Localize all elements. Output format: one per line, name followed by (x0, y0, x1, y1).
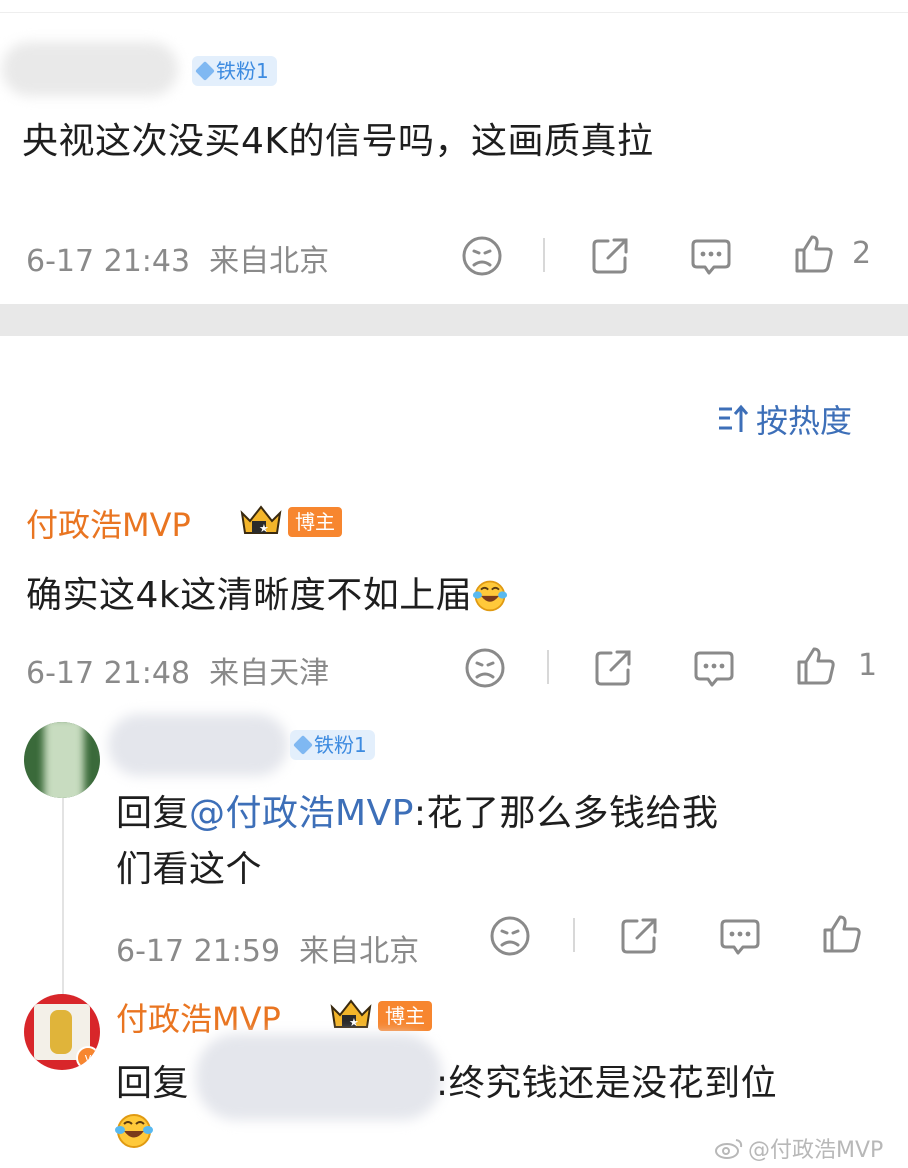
avatar[interactable] (24, 722, 100, 798)
diamond-icon (195, 61, 215, 81)
blurred-username (196, 1034, 442, 1120)
share-icon[interactable] (591, 646, 635, 690)
watermark: @付政浩MVP (714, 1132, 883, 1164)
svg-text:★: ★ (259, 522, 269, 535)
section-separator (0, 304, 908, 336)
avatar[interactable]: v (24, 994, 100, 1070)
thread-line (62, 790, 64, 1006)
thumbs-up-icon[interactable] (820, 912, 864, 956)
comment-text: 确实这4k这清晰度不如上届 (26, 566, 508, 618)
action-separator (543, 238, 545, 272)
top-divider (0, 12, 908, 13)
reply-time: 6-17 21:59 来自北京 (116, 934, 420, 969)
host-badge: 博主 (288, 507, 342, 537)
comment-icon[interactable] (718, 914, 762, 958)
crown-icon: ★ (240, 505, 282, 535)
share-icon[interactable] (617, 914, 661, 958)
sort-icon (719, 404, 749, 432)
comment-username[interactable]: 付政浩MVP (26, 500, 191, 546)
action-separator (573, 918, 575, 952)
thumbs-up-icon[interactable] (794, 644, 838, 688)
weibo-logo-icon (715, 1139, 743, 1159)
reply-text: 回复 (116, 1063, 190, 1104)
blurred-username (2, 42, 178, 96)
mention-link[interactable]: @付政浩MVP (189, 793, 414, 834)
comment-time: 6-17 21:43 来自北京 (26, 244, 330, 279)
svg-text:★: ★ (349, 1016, 359, 1029)
reply-text-rest: :终究钱还是没花到位 (436, 1063, 778, 1104)
like-count: 1 (858, 648, 878, 683)
crown-icon: ★ (330, 999, 372, 1029)
comment-text: 央视这次没买4K的信号吗，这画质真拉 (22, 121, 654, 162)
dislike-icon[interactable] (488, 914, 532, 958)
thumbs-up-icon[interactable] (792, 232, 836, 276)
fan-badge: 铁粉1 (290, 730, 375, 760)
blurred-username (108, 714, 288, 776)
sort-by-hot-button[interactable]: 按热度 (716, 396, 852, 442)
fan-badge: 铁粉1 (192, 56, 277, 86)
comment-icon[interactable] (692, 646, 736, 690)
action-separator (547, 650, 549, 684)
comment-time: 6-17 21:48 来自天津 (26, 656, 330, 691)
host-badge: 博主 (378, 1001, 432, 1031)
diamond-icon (293, 735, 313, 755)
comment-icon[interactable] (689, 234, 733, 278)
laugh-cry-emoji-icon (473, 580, 508, 612)
like-count: 2 (852, 236, 872, 271)
verified-icon: v (76, 1046, 100, 1070)
reply-text: 回复@付政浩MVP:花了那么多钱给我 们看这个 (116, 793, 719, 890)
laugh-cry-emoji-icon (115, 1114, 153, 1148)
dislike-icon[interactable] (463, 646, 507, 690)
share-icon[interactable] (588, 234, 632, 278)
dislike-icon[interactable] (460, 234, 504, 278)
